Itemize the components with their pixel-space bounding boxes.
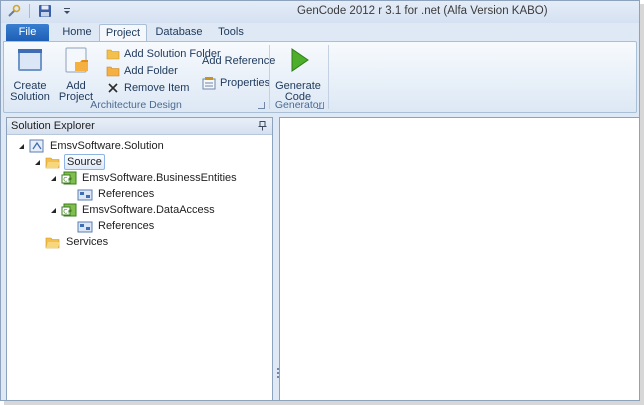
architecture-dialog-launcher-icon[interactable]	[258, 102, 265, 109]
folder-icon	[106, 64, 120, 78]
remove-x-icon	[106, 81, 120, 95]
collapse-arrow-icon[interactable]	[49, 206, 57, 214]
references-icon	[77, 187, 93, 201]
folder-open-icon	[45, 155, 61, 169]
remove-item-button[interactable]: Remove Item	[106, 80, 189, 96]
tab-project[interactable]: Project	[99, 24, 147, 41]
tab-tools[interactable]: Tools	[211, 24, 251, 41]
generator-dialog-launcher-icon[interactable]	[317, 102, 324, 109]
tools-icon[interactable]	[7, 4, 21, 18]
dropdown-arrow-icon[interactable]	[60, 4, 74, 18]
tab-file[interactable]: File	[6, 24, 49, 41]
svg-text:C#: C#	[63, 209, 72, 216]
collapse-arrow-icon[interactable]	[17, 142, 25, 150]
tree-node-data-access[interactable]: C# EmsvSoftware.DataAccess	[49, 202, 217, 218]
create-solution-button[interactable]: Create Solution	[10, 45, 50, 103]
svg-text:C#: C#	[63, 177, 72, 184]
add-project-icon	[65, 47, 88, 73]
play-icon	[291, 48, 309, 72]
tab-home[interactable]: Home	[57, 24, 97, 41]
create-solution-icon	[18, 49, 42, 71]
add-folder-button[interactable]: Add Folder	[106, 63, 178, 79]
csharp-project-icon: C#	[61, 171, 77, 185]
tree-node-business-entities[interactable]: C# EmsvSoftware.BusinessEntities	[49, 170, 239, 186]
tree-node-solution[interactable]: EmsvSoftware.Solution	[17, 138, 166, 154]
solution-explorer-title: Solution Explorer	[11, 120, 95, 132]
solution-folder-icon	[106, 47, 120, 61]
save-icon[interactable]	[38, 4, 52, 18]
solution-icon	[29, 139, 45, 153]
app-window: GenCode 2012 r 3.1 for .net (Alfa Versio…	[0, 0, 640, 401]
tree-node-da-references[interactable]: References	[77, 218, 156, 234]
collapse-arrow-icon[interactable]	[49, 174, 57, 182]
tree-node-services[interactable]: Services	[45, 234, 110, 250]
solution-explorer-header: Solution Explorer	[7, 118, 272, 135]
generator-group: Generate Code Generator	[270, 42, 327, 112]
tree-node-be-references[interactable]: References	[77, 186, 156, 202]
architecture-design-group: Create Solution Add Project Add Solution…	[4, 42, 275, 112]
folder-open-icon	[45, 235, 61, 249]
quick-access-toolbar	[7, 4, 74, 18]
architecture-design-label: Architecture Design	[90, 99, 182, 111]
add-reference-button[interactable]: Add Reference	[202, 53, 275, 69]
toolbar-separator	[29, 4, 30, 18]
collapse-arrow-icon[interactable]	[33, 158, 41, 166]
group-divider	[328, 45, 329, 109]
properties-icon	[202, 76, 216, 90]
title-bar: GenCode 2012 r 3.1 for .net (Alfa Versio…	[1, 1, 639, 23]
solution-explorer-panel: Solution Explorer EmsvSoftware.Solution	[6, 117, 273, 400]
csharp-project-icon: C#	[61, 203, 77, 217]
references-icon	[77, 219, 93, 233]
main-content-area	[279, 117, 639, 400]
ribbon-panel: Create Solution Add Project Add Solution…	[3, 41, 637, 113]
window-title: GenCode 2012 r 3.1 for .net (Alfa Versio…	[297, 5, 548, 17]
tree-node-source[interactable]: Source	[33, 154, 105, 170]
ribbon-tab-row: File Home Project Database Tools	[1, 23, 639, 41]
generate-code-button[interactable]: Generate Code	[274, 45, 322, 103]
tab-database[interactable]: Database	[151, 24, 207, 41]
pin-icon[interactable]	[258, 121, 267, 131]
add-project-button[interactable]: Add Project	[52, 45, 100, 103]
properties-button[interactable]: Properties	[202, 75, 270, 91]
